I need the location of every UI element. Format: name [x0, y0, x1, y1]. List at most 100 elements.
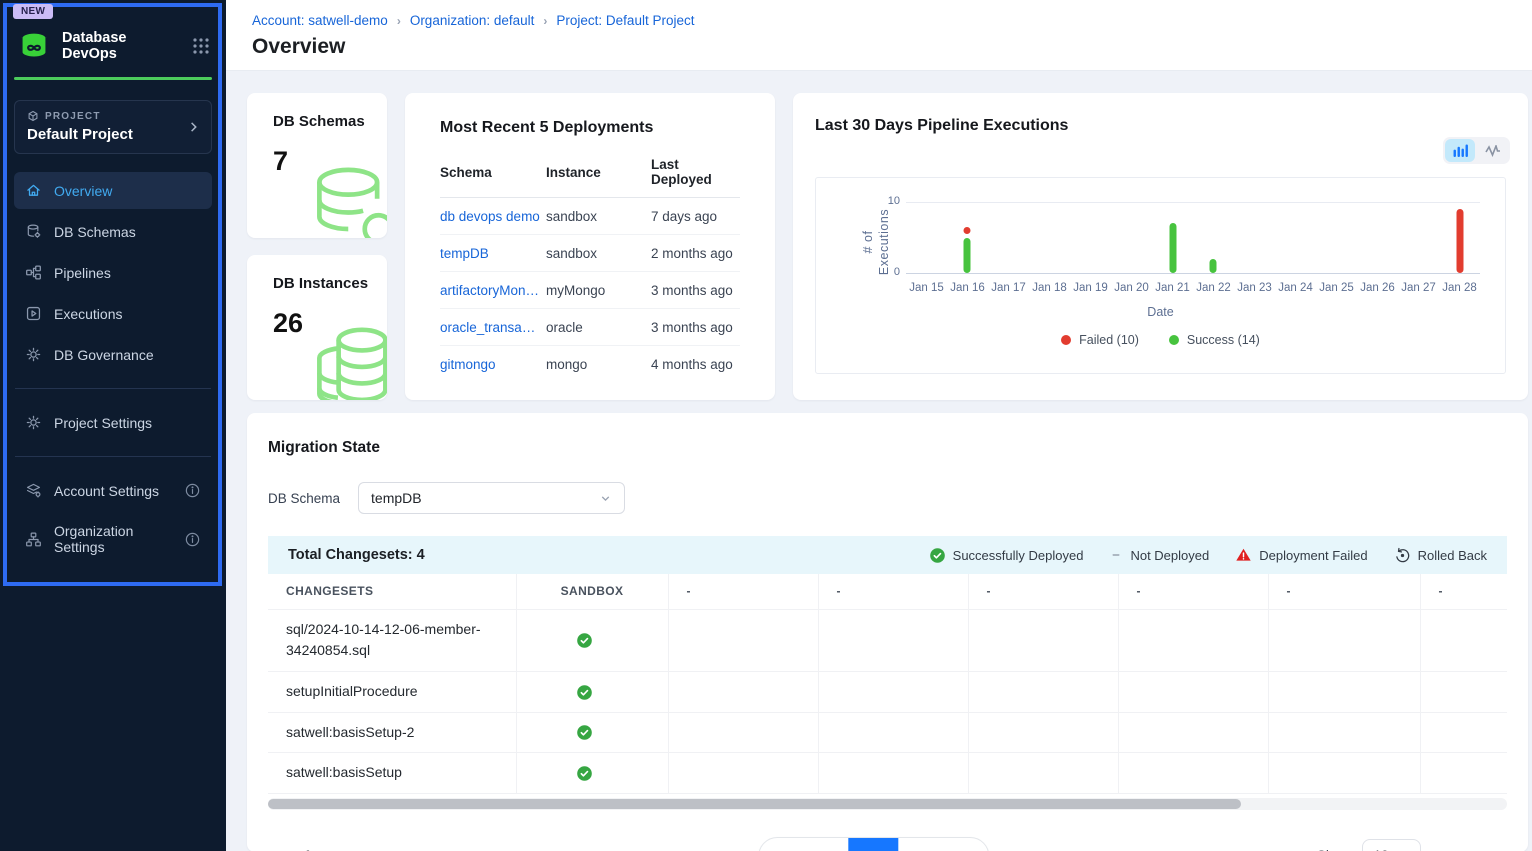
pager: Prev 1 Next: [758, 837, 990, 851]
project-selector[interactable]: PROJECT Default Project: [14, 100, 212, 154]
check-circle-icon: [576, 765, 593, 782]
legend-item: Failed (10): [1061, 333, 1139, 347]
status-legend-item: Not Deployed: [1109, 547, 1209, 564]
sidebar-item-overview[interactable]: Overview: [14, 172, 212, 209]
sidebar-item-db-governance[interactable]: DB Governance: [14, 336, 212, 373]
x-tick-label: Jan 15: [909, 282, 944, 294]
empty-cell: [968, 753, 1118, 794]
org-settings-icon: [25, 531, 42, 548]
sidebar-item-project-settings[interactable]: Project Settings: [14, 404, 212, 441]
info-icon[interactable]: [184, 531, 201, 548]
page-size-select[interactable]: 10: [1362, 839, 1421, 851]
next-page-button[interactable]: Next: [899, 838, 989, 851]
changeset-name: sql/2024-10-14-12-06-member-34240854.sql: [268, 609, 516, 671]
empty-cell: [818, 671, 968, 712]
migration-column-header: -: [1420, 574, 1507, 609]
schema-link[interactable]: oracle_transact...: [440, 320, 546, 335]
migration-column-header: -: [1118, 574, 1268, 609]
app-logo-database-icon: [16, 28, 52, 64]
status-legend: Successfully DeployedNot DeployedDeploym…: [929, 547, 1487, 564]
section-title: Migration State: [268, 439, 1507, 457]
breadcrumb-separator: ›: [397, 14, 401, 28]
empty-cell: [668, 671, 818, 712]
legend-label: Success (14): [1187, 333, 1260, 347]
current-page-button[interactable]: 1: [849, 838, 899, 851]
empty-cell: [1420, 753, 1507, 794]
empty-cell: [1268, 712, 1420, 753]
status-legend-label: Not Deployed: [1130, 548, 1209, 563]
horizontal-scrollbar[interactable]: [268, 798, 1507, 810]
instance-cell: mongo: [546, 357, 651, 372]
project-name: Default Project: [27, 126, 199, 143]
check-circle-icon: [576, 632, 593, 649]
page-title: Overview: [252, 35, 1506, 59]
sidebar-item-pipelines[interactable]: Pipelines: [14, 254, 212, 291]
sidebar-nav: Overview DB Schemas Pipelines Executions DB …: [14, 172, 212, 565]
failed-bar[interactable]: [1456, 209, 1463, 273]
line-chart-icon[interactable]: [1478, 139, 1508, 162]
success-bar[interactable]: [1169, 223, 1176, 273]
breadcrumb-link[interactable]: Project: Default Project: [556, 13, 694, 28]
sidebar-item-organization-settings[interactable]: Organization Settings: [14, 513, 212, 565]
status-legend-item: Successfully Deployed: [929, 547, 1084, 564]
bar-chart-icon[interactable]: [1445, 139, 1475, 162]
sidebar-item-executions[interactable]: Executions: [14, 295, 212, 332]
migration-table: CHANGESETSSANDBOX------ sql/2024-10-14-1…: [268, 574, 1507, 794]
failed-bar[interactable]: [964, 227, 971, 234]
empty-cell: [1118, 712, 1268, 753]
project-cube-icon: [27, 110, 39, 122]
changeset-row: sql/2024-10-14-12-06-member-34240854.sql: [268, 609, 1507, 671]
breadcrumb-link[interactable]: Organization: default: [410, 13, 535, 28]
migration-column-header: -: [1268, 574, 1420, 609]
sidebar-item-account-settings[interactable]: Account Settings: [14, 472, 212, 509]
card-title: Most Recent 5 Deployments: [440, 119, 740, 137]
breadcrumb: Account: satwell-demo › Organization: defa…: [252, 13, 1506, 28]
last-deployed-cell: 7 days ago: [651, 209, 740, 224]
pagination-bar: 4 of 4 Prev 1 Next Show: [268, 836, 1507, 851]
empty-cell: [668, 609, 818, 671]
x-axis-title: Date: [816, 305, 1505, 319]
home-icon: [25, 182, 42, 199]
db-schema-select[interactable]: tempDB: [358, 482, 625, 514]
scrollbar-thumb[interactable]: [268, 799, 1241, 809]
breadcrumb-link[interactable]: Account: satwell-demo: [252, 13, 388, 28]
instance-cell: sandbox: [546, 246, 651, 261]
apps-grid-icon[interactable]: [192, 37, 210, 55]
schema-link[interactable]: db devops demo: [440, 209, 546, 224]
status-legend-label: Successfully Deployed: [953, 548, 1084, 563]
empty-cell: [968, 712, 1118, 753]
sandbox-status-cell: [516, 753, 668, 794]
deployment-row: db devops demosandbox7 days ago: [440, 198, 740, 235]
info-icon[interactable]: [184, 482, 201, 499]
deployments-table: Schema Instance Last Deployed db devops …: [440, 157, 740, 383]
chart-title: Last 30 Days Pipeline Executions: [815, 117, 1506, 135]
schema-link[interactable]: gitmongo: [440, 357, 546, 372]
deployment-row: oracle_transact...oracle3 months ago: [440, 309, 740, 346]
sidebar-item-label: Account Settings: [54, 483, 159, 499]
pipeline-executions-card: Last 30 Days Pipeline Executions: [793, 93, 1528, 400]
empty-cell: [1118, 609, 1268, 671]
schema-link[interactable]: tempDB: [440, 246, 546, 261]
sidebar-item-label: DB Schemas: [54, 224, 136, 240]
sandbox-status-cell: [516, 671, 668, 712]
sandbox-status-cell: [516, 609, 668, 671]
deployments-table-header: Schema Instance Last Deployed: [440, 157, 740, 198]
success-bar[interactable]: [964, 238, 971, 274]
empty-cell: [1268, 609, 1420, 671]
schema-link[interactable]: artifactoryMongo: [440, 283, 546, 298]
success-bar[interactable]: [1210, 259, 1217, 273]
project-label: PROJECT: [45, 111, 101, 122]
account-settings-icon: [25, 482, 42, 499]
sidebar-item-db-schemas[interactable]: DB Schemas: [14, 213, 212, 250]
prev-page-button[interactable]: Prev: [759, 838, 849, 851]
rollback-icon: [1394, 547, 1411, 564]
x-tick-label: Jan 26: [1360, 282, 1395, 294]
last-deployed-cell: 3 months ago: [651, 320, 740, 335]
chevron-down-icon: [599, 492, 612, 505]
column-header: Schema: [440, 165, 546, 180]
migration-column-header: CHANGESETS: [268, 574, 516, 609]
empty-cell: [1118, 671, 1268, 712]
content-area: DB Schemas 7: [226, 71, 1532, 851]
last-deployed-cell: 3 months ago: [651, 283, 740, 298]
total-changesets: Total Changesets: 4: [288, 547, 425, 563]
